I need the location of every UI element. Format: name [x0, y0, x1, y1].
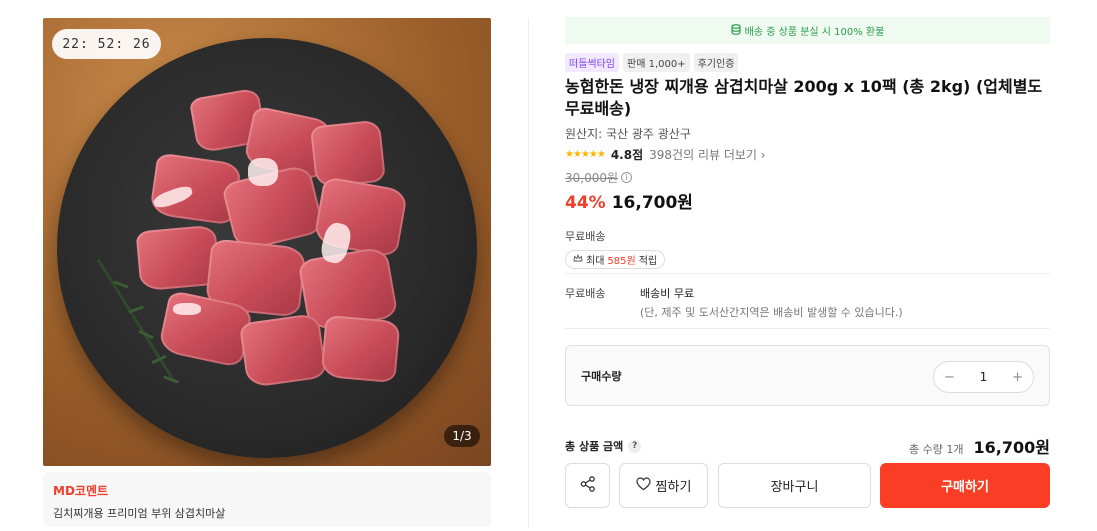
total-price: 16,700원 [973, 438, 1050, 457]
coin-icon [731, 23, 741, 38]
image-counter: 1/3 [444, 425, 480, 447]
chevron-right-icon: › [760, 148, 766, 162]
points-badge: 최대 585원 적립 [565, 250, 666, 269]
quantity-box: 구매수량 − 1 + [565, 345, 1050, 406]
badge: 후기인증 [693, 53, 739, 72]
original-price: 30,000원 [565, 171, 619, 185]
meat-piece [320, 314, 401, 384]
info-icon[interactable]: i [621, 172, 633, 183]
quantity-value[interactable]: 1 [980, 370, 988, 384]
discount-rate: 44% [565, 193, 606, 213]
product-title: 농협한돈 냉장 찌개용 삼겹치마살 200g x 10팩 (총 2kg) (업체… [565, 77, 1043, 118]
quantity-stepper[interactable]: − 1 + [933, 361, 1034, 393]
points-amount: 585원 [607, 256, 636, 267]
sale-price: 16,700원 [611, 193, 693, 213]
badge-list: 떠들썩타임 판매 1,000+ 후기인증 [565, 53, 1050, 72]
plus-icon[interactable]: + [1012, 370, 1023, 385]
meat-piece [238, 312, 328, 389]
origin-info: 원산지: 국산 광주 광산구 [565, 127, 691, 141]
badge: 떠들썩타임 [565, 53, 619, 72]
star-rating-icon: ★★★★★ [565, 149, 606, 160]
md-comment-title: MD코멘트 [53, 484, 109, 498]
refund-notice: 배송 중 상품 분실 시 100% 환불 [565, 17, 1050, 44]
md-comment: MD코멘트 김치찌개용 프리미엄 부위 삼겹치마살 [43, 472, 491, 527]
column-divider [528, 18, 529, 528]
meat-piece [309, 119, 387, 189]
rating-value: 4.8점 [610, 148, 644, 162]
fat-streak [173, 303, 201, 315]
share-icon [579, 475, 597, 497]
review-link[interactable]: 398건의 리뷰 더보기 › [649, 146, 765, 163]
review-link-text[interactable]: 398건의 리뷰 더보기 [649, 148, 757, 162]
add-to-cart-button[interactable]: 장바구니 [718, 463, 871, 508]
heart-icon [635, 476, 651, 495]
shipping-value: 배송비 무료 [640, 287, 695, 300]
shipping-row: 무료배송 배송비 무료 (단, 제주 및 도서산간지역은 배송비 발생할 수 있… [565, 285, 1050, 320]
total-row: 총 상품 금액 ? 총 수량 1개 16,700원 [565, 434, 1050, 458]
deal-timer: 22: 52: 26 [52, 29, 161, 59]
md-comment-text: 김치찌개용 프리미엄 부위 삼겹치마살 [53, 507, 226, 520]
total-label-group: 총 상품 금액 ? [565, 438, 642, 454]
divider [565, 328, 1050, 329]
minus-icon[interactable]: − [944, 370, 955, 385]
badge: 판매 1,000+ [623, 53, 690, 72]
shipping-key: 무료배송 [565, 287, 606, 300]
help-icon[interactable]: ? [628, 439, 642, 453]
shipping-label: 무료배송 [565, 230, 606, 243]
total-quantity: 총 수량 1개 [909, 443, 964, 456]
points-prefix: 최대 [586, 256, 605, 267]
price-row: 44% 16,700원 [565, 188, 1050, 213]
product-info: 배송 중 상품 분실 시 100% 환불 떠들썩타임 판매 1,000+ 후기인… [565, 17, 1050, 269]
total-label: 총 상품 금액 [565, 440, 624, 453]
cart-label[interactable]: 장바구니 [771, 476, 819, 495]
shipping-note: (단, 제주 및 도서산간지역은 배송비 발생할 수 있습니다.) [640, 306, 903, 319]
buy-now-button[interactable]: 구매하기 [880, 463, 1050, 508]
wishlist-button[interactable]: 찜하기 [619, 463, 708, 508]
buy-label[interactable]: 구매하기 [941, 476, 989, 495]
shipping-info: 무료배송 배송비 무료 (단, 제주 및 도서산간지역은 배송비 발생할 수 있… [565, 273, 1050, 320]
share-button[interactable] [565, 463, 610, 508]
rating-row: ★★★★★ 4.8점 398건의 리뷰 더보기 › [565, 146, 1050, 163]
quantity-label: 구매수량 [581, 370, 622, 383]
points-suffix: 적립 [638, 256, 658, 267]
fat-streak [248, 158, 278, 186]
crown-icon [573, 253, 583, 266]
original-price-row: 30,000원 i [565, 169, 1050, 186]
product-image[interactable] [43, 18, 491, 466]
wishlist-label[interactable]: 찜하기 [656, 476, 692, 495]
total-summary: 총 수량 1개 16,700원 [909, 434, 1050, 458]
refund-notice-text: 배송 중 상품 분실 시 100% 환불 [744, 27, 885, 38]
